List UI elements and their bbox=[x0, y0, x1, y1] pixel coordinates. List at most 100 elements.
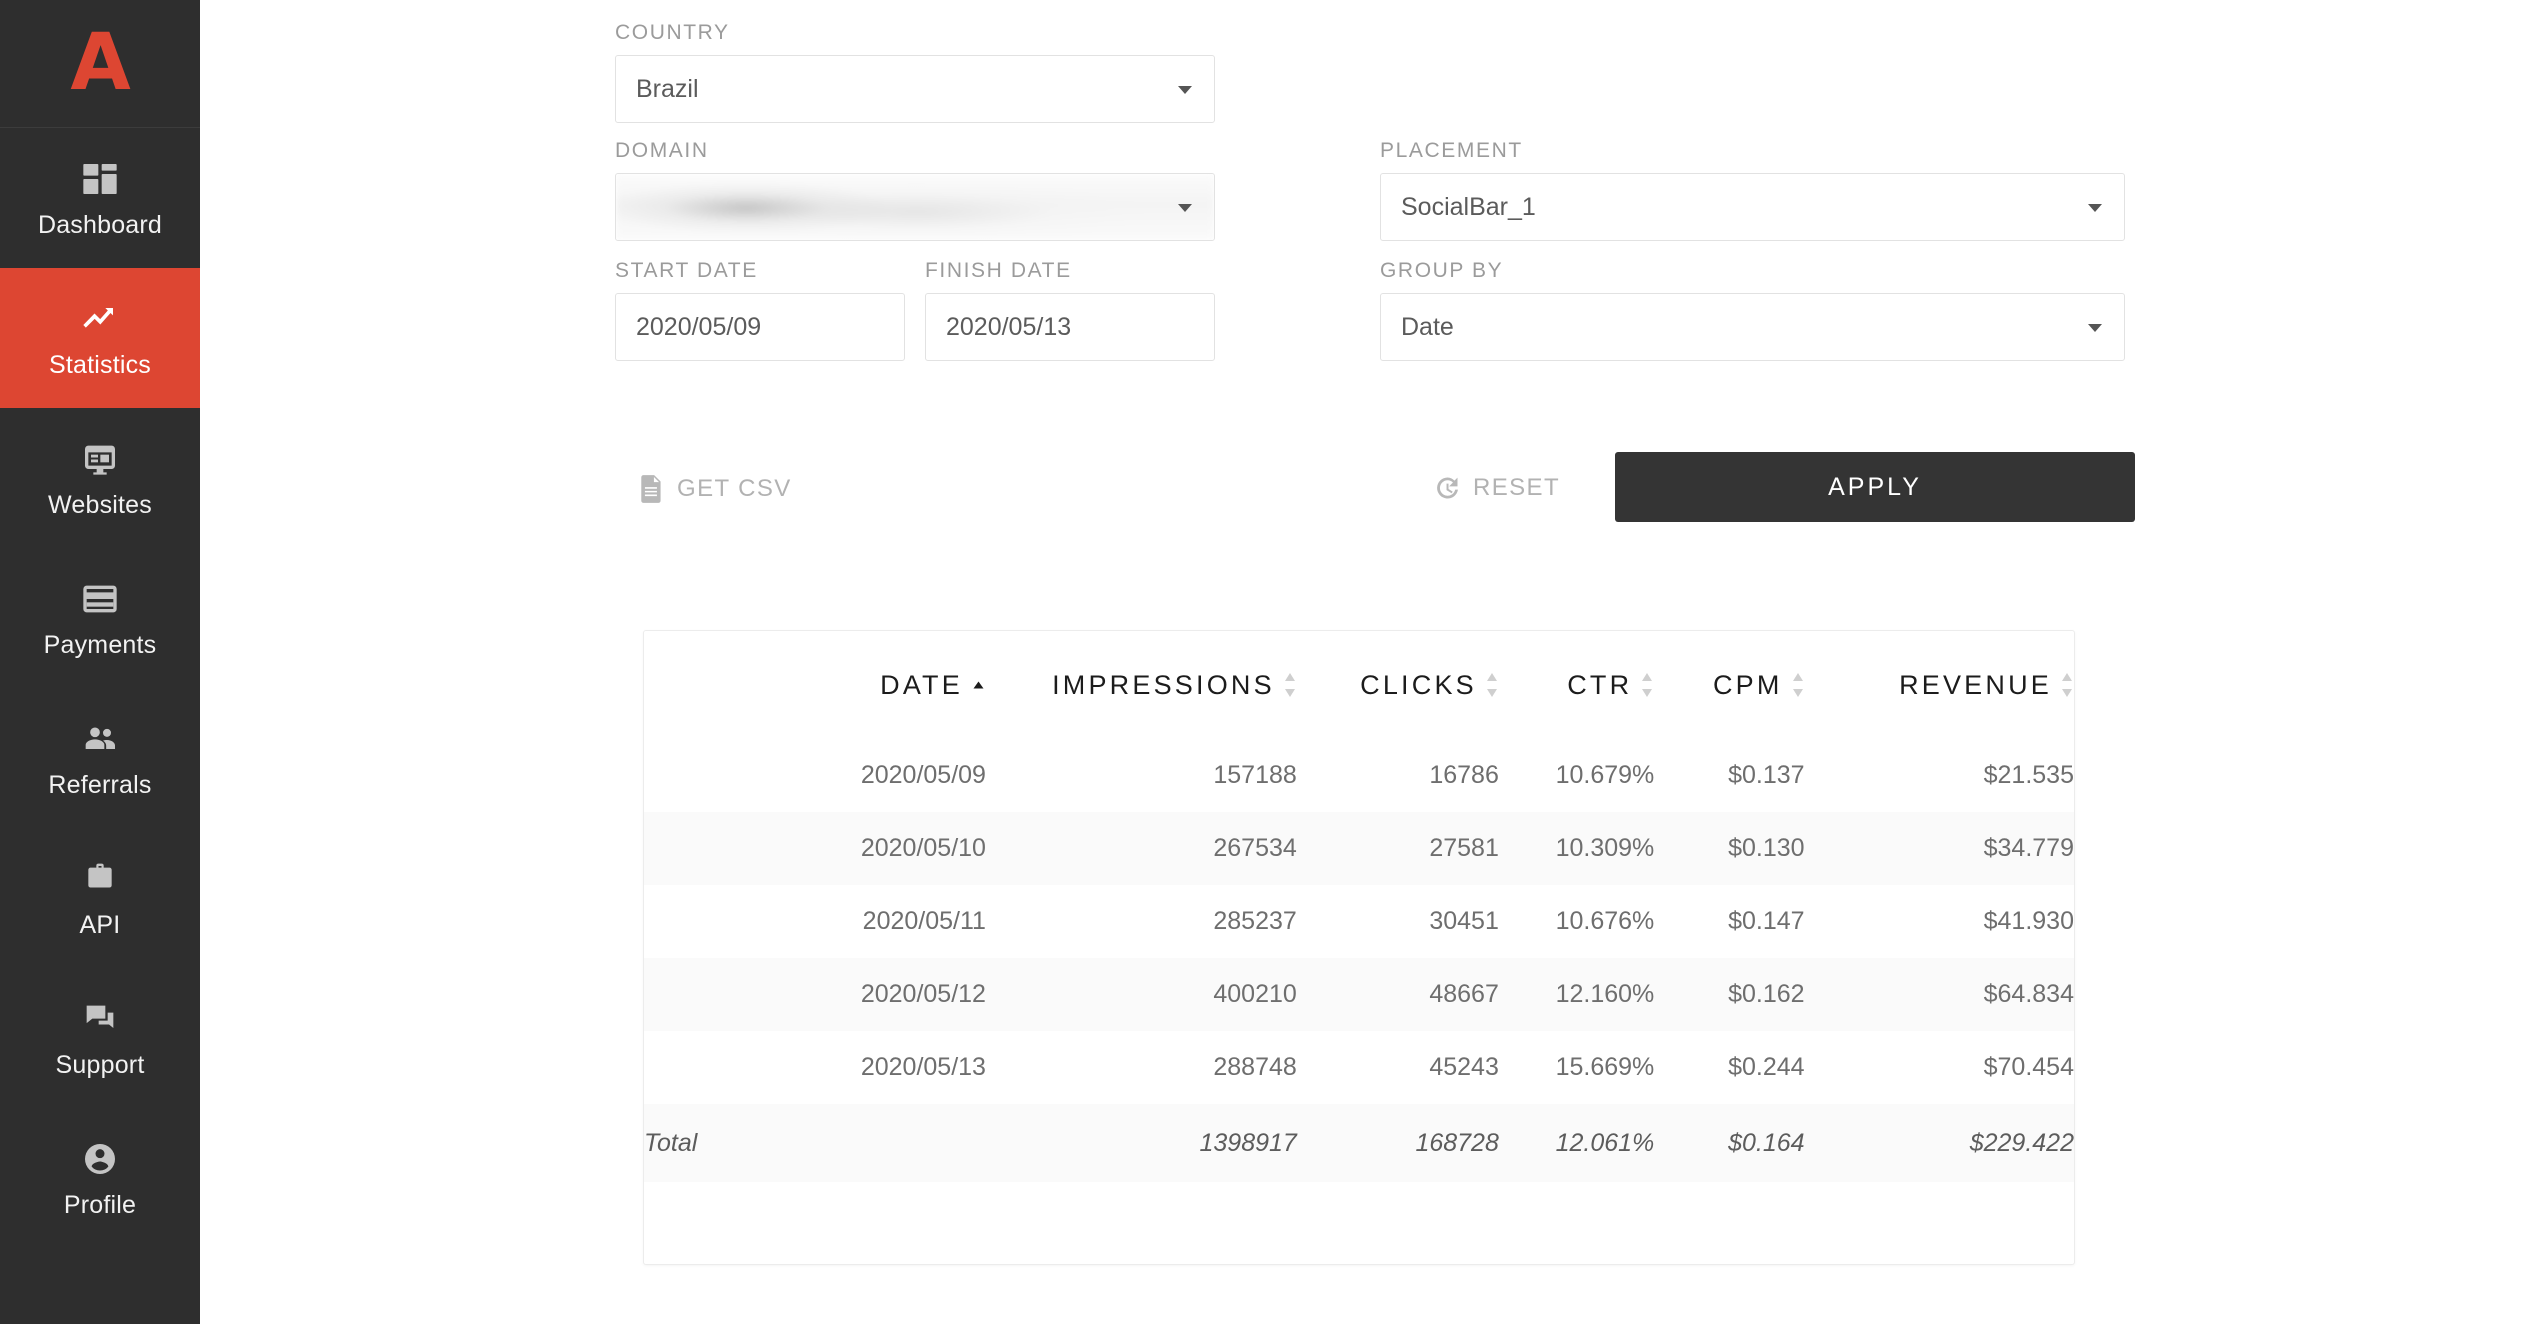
cell-impressions: 288748 bbox=[986, 1031, 1297, 1104]
sidebar-item-referrals[interactable]: Referrals bbox=[0, 688, 200, 828]
cell-date: 2020/05/11 bbox=[644, 885, 986, 958]
sidebar-item-payments[interactable]: Payments bbox=[0, 548, 200, 688]
cell-cpm: $0.130 bbox=[1654, 812, 1804, 885]
sidebar-item-label: Support bbox=[56, 1053, 145, 1078]
domain-select[interactable] bbox=[615, 173, 1215, 241]
sidebar: A Dashboard Statistics Websites Payments bbox=[0, 0, 200, 1324]
sort-unsorted-icon bbox=[1791, 672, 1805, 698]
placement-field: PLACEMENT SocialBar_1 bbox=[1380, 140, 2125, 241]
finish-date-value: 2020/05/13 bbox=[946, 315, 1071, 340]
apply-button[interactable]: APPLY bbox=[1615, 452, 2135, 522]
country-field: COUNTRY Brazil bbox=[615, 22, 1215, 123]
domain-label: DOMAIN bbox=[615, 140, 1215, 161]
group-by-value: Date bbox=[1401, 315, 1454, 340]
cell-impressions: 267534 bbox=[986, 812, 1297, 885]
sidebar-item-support[interactable]: Support bbox=[0, 968, 200, 1108]
cell-ctr: 15.669% bbox=[1499, 1031, 1654, 1104]
cell-impressions: 157188 bbox=[986, 739, 1297, 812]
app-root: A Dashboard Statistics Websites Payments bbox=[0, 0, 2524, 1324]
sidebar-item-label: Statistics bbox=[49, 353, 151, 378]
file-document-icon bbox=[639, 474, 665, 504]
column-header-ctr-label: CTR bbox=[1567, 670, 1632, 701]
country-select[interactable]: Brazil bbox=[615, 55, 1215, 123]
group-by-select[interactable]: Date bbox=[1380, 293, 2125, 361]
cell-ctr: 10.309% bbox=[1499, 812, 1654, 885]
sidebar-item-profile[interactable]: Profile bbox=[0, 1108, 200, 1248]
web-asset-icon bbox=[80, 439, 120, 479]
filter-actions: GET CSV RESET APPLY bbox=[615, 452, 2135, 522]
cell-clicks: 48667 bbox=[1297, 958, 1499, 1031]
app-logo[interactable]: A bbox=[0, 0, 200, 128]
sidebar-item-statistics[interactable]: Statistics bbox=[0, 268, 200, 408]
sidebar-item-label: Dashboard bbox=[38, 213, 162, 238]
chevron-down-icon bbox=[1178, 204, 1192, 212]
cell-total-ctr: 12.061% bbox=[1499, 1104, 1654, 1182]
table-row: 2020/05/11 285237 30451 10.676% $0.147 $… bbox=[644, 885, 2074, 958]
sidebar-item-api[interactable]: API bbox=[0, 828, 200, 968]
briefcase-icon bbox=[80, 859, 120, 899]
finish-date-input[interactable]: 2020/05/13 bbox=[925, 293, 1215, 361]
sidebar-item-dashboard[interactable]: Dashboard bbox=[0, 128, 200, 268]
cell-date: 2020/05/09 bbox=[644, 739, 986, 812]
column-header-date[interactable]: DATE bbox=[644, 631, 986, 739]
column-header-cpm[interactable]: CPM bbox=[1654, 631, 1804, 739]
start-date-field: START DATE 2020/05/09 bbox=[615, 260, 905, 361]
table-row: 2020/05/13 288748 45243 15.669% $0.244 $… bbox=[644, 1031, 2074, 1104]
table-row: 2020/05/09 157188 16786 10.679% $0.137 $… bbox=[644, 739, 2074, 812]
cell-total-impressions: 1398917 bbox=[986, 1104, 1297, 1182]
cell-revenue: $64.834 bbox=[1805, 958, 2074, 1031]
group-by-label: GROUP BY bbox=[1380, 260, 2125, 281]
group-by-field: GROUP BY Date bbox=[1380, 260, 2125, 361]
cell-total-label: Total bbox=[644, 1104, 986, 1182]
column-header-impressions[interactable]: IMPRESSIONS bbox=[986, 631, 1297, 739]
cell-ctr: 10.679% bbox=[1499, 739, 1654, 812]
reset-button[interactable]: RESET bbox=[1433, 474, 1560, 502]
credit-card-icon bbox=[80, 579, 120, 619]
get-csv-label: GET CSV bbox=[677, 477, 792, 501]
sort-unsorted-icon bbox=[1640, 672, 1654, 698]
chevron-down-icon bbox=[2088, 324, 2102, 332]
placement-select[interactable]: SocialBar_1 bbox=[1380, 173, 2125, 241]
start-date-label: START DATE bbox=[615, 260, 905, 281]
chevron-down-icon bbox=[1178, 86, 1192, 94]
cell-revenue: $41.930 bbox=[1805, 885, 2074, 958]
column-header-ctr[interactable]: CTR bbox=[1499, 631, 1654, 739]
cell-ctr: 10.676% bbox=[1499, 885, 1654, 958]
cell-cpm: $0.137 bbox=[1654, 739, 1804, 812]
cell-clicks: 30451 bbox=[1297, 885, 1499, 958]
table-body: 2020/05/09 157188 16786 10.679% $0.137 $… bbox=[644, 739, 2074, 1182]
sort-unsorted-icon bbox=[2060, 672, 2074, 698]
domain-field: DOMAIN bbox=[615, 140, 1215, 241]
cell-revenue: $70.454 bbox=[1805, 1031, 2074, 1104]
sort-unsorted-icon bbox=[1485, 672, 1499, 698]
placement-label: PLACEMENT bbox=[1380, 140, 2125, 161]
sidebar-item-label: Websites bbox=[48, 493, 152, 518]
cell-revenue: $21.535 bbox=[1805, 739, 2074, 812]
start-date-value: 2020/05/09 bbox=[636, 315, 761, 340]
logo-letter: A bbox=[70, 32, 129, 94]
sidebar-item-label: Profile bbox=[64, 1193, 136, 1218]
trending-up-icon bbox=[80, 299, 120, 339]
cell-ctr: 12.160% bbox=[1499, 958, 1654, 1031]
column-header-clicks[interactable]: CLICKS bbox=[1297, 631, 1499, 739]
statistics-table: DATE IMPRESSIONS bbox=[644, 631, 2074, 1182]
redaction-blur bbox=[616, 174, 1214, 240]
get-csv-button[interactable]: GET CSV bbox=[639, 474, 792, 504]
column-header-clicks-label: CLICKS bbox=[1360, 670, 1477, 701]
main-content: COUNTRY Brazil DOMAIN PLACEMENT SocialBa… bbox=[200, 0, 2524, 1324]
table-header: DATE IMPRESSIONS bbox=[644, 631, 2074, 739]
cell-clicks: 16786 bbox=[1297, 739, 1499, 812]
start-date-input[interactable]: 2020/05/09 bbox=[615, 293, 905, 361]
sort-ascending-icon bbox=[971, 680, 986, 690]
sidebar-item-label: Payments bbox=[44, 633, 157, 658]
column-header-revenue[interactable]: REVENUE bbox=[1805, 631, 2074, 739]
cell-clicks: 27581 bbox=[1297, 812, 1499, 885]
cell-cpm: $0.162 bbox=[1654, 958, 1804, 1031]
sidebar-item-websites[interactable]: Websites bbox=[0, 408, 200, 548]
sidebar-item-label: Referrals bbox=[48, 773, 151, 798]
table-total-row: Total 1398917 168728 12.061% $0.164 $229… bbox=[644, 1104, 2074, 1182]
table-row: 2020/05/10 267534 27581 10.309% $0.130 $… bbox=[644, 812, 2074, 885]
cell-revenue: $34.779 bbox=[1805, 812, 2074, 885]
sidebar-item-label: API bbox=[80, 913, 121, 938]
finish-date-label: FINISH DATE bbox=[925, 260, 1215, 281]
